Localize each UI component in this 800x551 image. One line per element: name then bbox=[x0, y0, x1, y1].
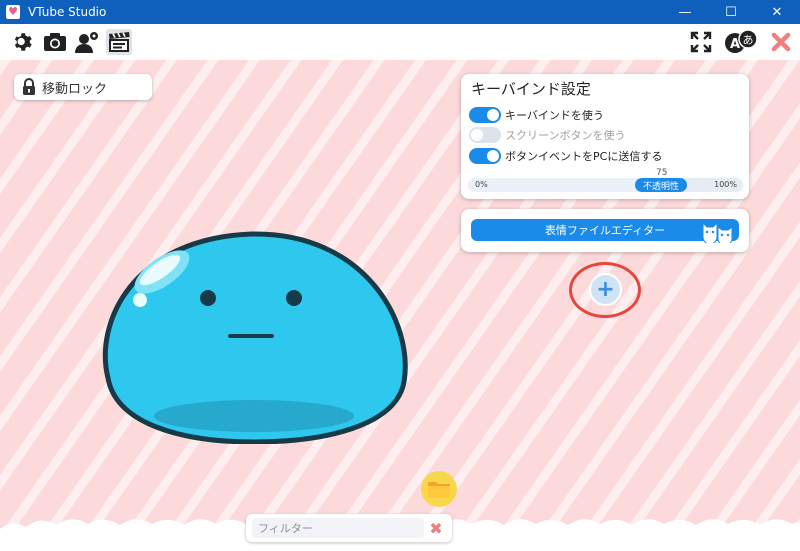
camera-icon[interactable] bbox=[42, 29, 68, 55]
use-keybinds-toggle[interactable] bbox=[469, 107, 501, 123]
user-settings-icon[interactable] bbox=[74, 29, 100, 55]
add-keybind-button[interactable]: + bbox=[589, 273, 622, 306]
opacity-slider-handle[interactable]: 不透明性 bbox=[635, 178, 687, 192]
maximize-button[interactable]: ☐ bbox=[708, 0, 754, 24]
close-window-button[interactable]: ✕ bbox=[754, 0, 800, 24]
minimize-button[interactable]: — bbox=[662, 0, 708, 24]
title-bar: VTube Studio — ☐ ✕ bbox=[0, 0, 800, 24]
opacity-value: 75 bbox=[656, 168, 668, 178]
toggle-label: ボタンイベントをPCに送信する bbox=[505, 150, 663, 163]
clear-filter-icon[interactable]: ✖ bbox=[426, 518, 446, 538]
move-lock-label: 移動ロック bbox=[42, 81, 108, 97]
window-title: VTube Studio bbox=[28, 5, 107, 19]
model-stage[interactable]: 移動ロック キーバインド設定 キーバインドを使う スクリーンボタンを使う ボタン… bbox=[0, 60, 800, 551]
opacity-slider[interactable]: 0% 100% 不透明性 bbox=[468, 178, 743, 192]
screen-buttons-toggle[interactable] bbox=[469, 127, 501, 143]
folder-button[interactable] bbox=[421, 471, 457, 507]
send-events-toggle[interactable] bbox=[469, 148, 501, 164]
gear-icon[interactable] bbox=[10, 29, 36, 55]
panel-title: キーバインド設定 bbox=[471, 80, 591, 98]
toggle-row-use-keybinds: キーバインドを使う bbox=[469, 106, 604, 124]
filter-input[interactable] bbox=[252, 518, 424, 538]
close-icon[interactable] bbox=[768, 29, 794, 55]
slime-avatar[interactable] bbox=[94, 212, 414, 444]
keybind-settings-panel: キーバインド設定 キーバインドを使う スクリーンボタンを使う ボタンイベントをP… bbox=[461, 74, 749, 199]
toggle-row-send-events: ボタンイベントをPCに送信する bbox=[469, 147, 662, 165]
move-lock-button[interactable]: 移動ロック bbox=[14, 74, 152, 100]
cat-icon bbox=[702, 221, 733, 243]
folder-icon bbox=[428, 482, 450, 498]
language-icon[interactable]: Aあ bbox=[721, 29, 761, 55]
expression-editor-button[interactable]: 表情ファイルエディター bbox=[471, 219, 739, 243]
clapperboard-icon[interactable] bbox=[106, 29, 132, 55]
toggle-label: キーバインドを使う bbox=[505, 109, 604, 122]
app-icon bbox=[6, 5, 20, 19]
expression-editor-panel: 表情ファイルエディター bbox=[461, 209, 749, 252]
toggle-row-screen-buttons: スクリーンボタンを使う bbox=[469, 126, 625, 144]
filter-bar: ✖ bbox=[246, 514, 452, 542]
toggle-label: スクリーンボタンを使う bbox=[505, 129, 626, 142]
svg-text:あ: あ bbox=[743, 34, 754, 47]
slider-min-label: 0% bbox=[475, 180, 488, 189]
toolbar: Aあ bbox=[0, 24, 800, 60]
fullscreen-icon[interactable] bbox=[688, 29, 714, 55]
slider-max-label: 100% bbox=[714, 180, 737, 189]
lock-icon bbox=[23, 78, 35, 95]
expression-editor-label: 表情ファイルエディター bbox=[544, 224, 666, 237]
window-controls: — ☐ ✕ bbox=[662, 0, 800, 24]
plus-icon: + bbox=[596, 277, 615, 302]
